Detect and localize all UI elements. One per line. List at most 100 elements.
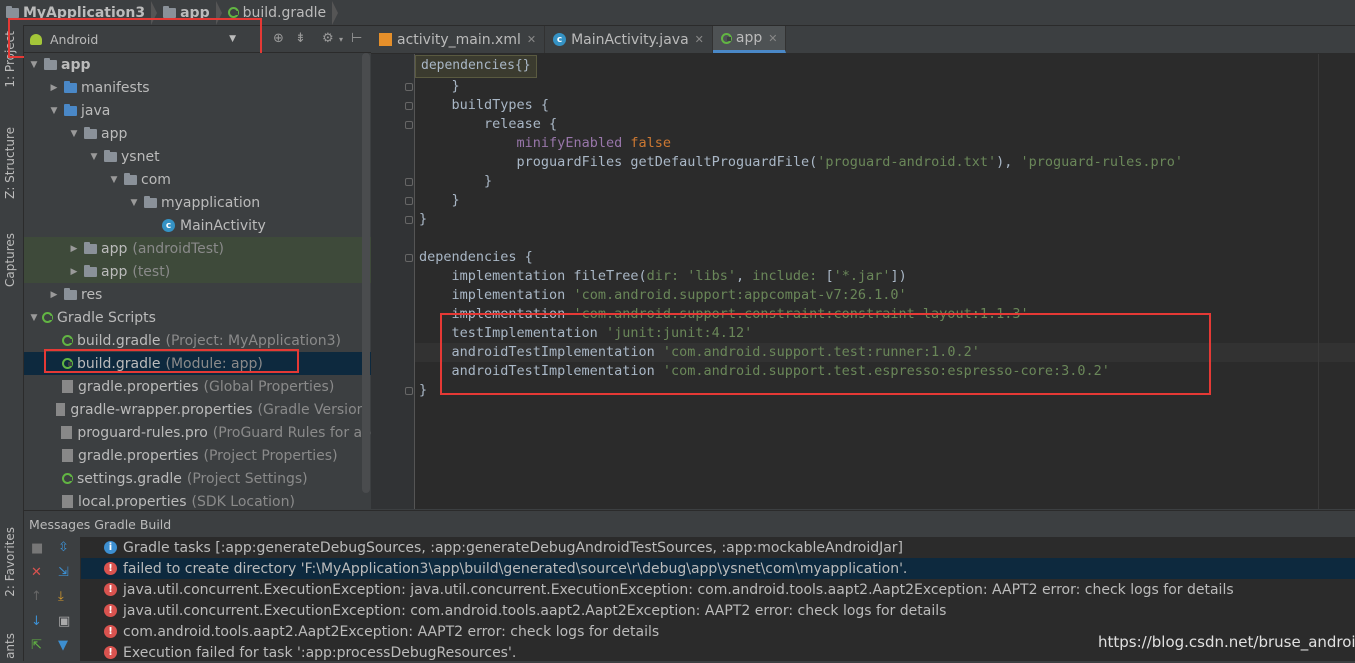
folder-icon bbox=[64, 103, 77, 116]
tree-item[interactable]: local.properties (SDK Location) bbox=[24, 490, 371, 510]
locate-icon[interactable]: ⊕ bbox=[273, 31, 284, 46]
hide-panel-icon[interactable]: ⊢ bbox=[351, 31, 362, 46]
collapse-all-icon[interactable]: ⇲ bbox=[58, 565, 69, 580]
tree-item[interactable]: ▼ app bbox=[24, 122, 371, 145]
close-icon[interactable]: ✕ bbox=[695, 33, 704, 46]
package-icon bbox=[84, 264, 97, 277]
code-token: include: bbox=[752, 268, 826, 284]
pin-icon[interactable]: ⇱ bbox=[31, 638, 42, 653]
tree-item-label: myapplication bbox=[161, 194, 261, 211]
tree-item-label: build.gradle bbox=[77, 332, 161, 349]
tree-item-hint: (ProGuard Rules for ap bbox=[212, 424, 371, 441]
fold-marker-icon[interactable] bbox=[405, 102, 413, 110]
tree-item[interactable]: gradle.properties (Global Properties) bbox=[24, 375, 371, 398]
tree-item-label: Gradle Scripts bbox=[57, 309, 156, 326]
tree-item[interactable]: settings.gradle (Project Settings) bbox=[24, 467, 371, 490]
gradle-icon bbox=[227, 7, 239, 18]
panel-icon[interactable]: ▣ bbox=[58, 614, 70, 629]
fold-marker-icon[interactable] bbox=[405, 254, 413, 262]
chevron-down-icon[interactable]: ▼ bbox=[86, 152, 102, 162]
tree-item-label: com bbox=[141, 171, 171, 188]
gear-dropdown-icon[interactable]: ▾ bbox=[339, 35, 343, 44]
fold-marker-icon[interactable] bbox=[405, 83, 413, 91]
close-icon[interactable]: ✕ bbox=[768, 32, 777, 45]
message-item[interactable]: i Gradle tasks [:app:generateDebugSources… bbox=[81, 537, 1355, 558]
close-icon[interactable]: ✕ bbox=[31, 565, 42, 580]
code-line: } bbox=[452, 191, 460, 210]
right-margin-guide bbox=[1318, 54, 1319, 509]
editor-gutter bbox=[371, 54, 415, 509]
favorites-tool-button[interactable]: 2: Favorites bbox=[3, 527, 17, 597]
editor-tab[interactable]: activity_main.xml ✕ bbox=[371, 26, 546, 53]
tree-item[interactable]: ▼ com bbox=[24, 168, 371, 191]
chevron-down-icon[interactable]: ▼ bbox=[46, 106, 62, 116]
build-variants-tool-button[interactable]: ants bbox=[3, 633, 17, 659]
tree-item-hint: (Project: MyApplication3) bbox=[165, 332, 342, 349]
package-icon bbox=[104, 149, 117, 162]
editor-tab[interactable]: c MainActivity.java ✕ bbox=[545, 26, 713, 53]
fold-marker-icon[interactable] bbox=[405, 216, 413, 224]
close-icon[interactable]: ✕ bbox=[527, 33, 536, 46]
message-text: Execution failed for task ':app:processD… bbox=[123, 644, 517, 661]
message-item[interactable]: ! failed to create directory 'F:\MyApplic… bbox=[81, 558, 1355, 579]
tree-item[interactable]: ▼ java bbox=[24, 99, 371, 122]
chevron-down-icon[interactable]: ▼ bbox=[126, 198, 142, 208]
tree-item[interactable]: ▶ app (androidTest) bbox=[24, 237, 371, 260]
tree-item[interactable]: ▼ ysnet bbox=[24, 145, 371, 168]
code-editor[interactable]: } buildTypes {release {minifyEnabled fals… bbox=[415, 54, 1355, 509]
tree-item[interactable]: c MainActivity bbox=[24, 214, 371, 237]
tree-item[interactable]: gradle.properties (Project Properties) bbox=[24, 444, 371, 467]
code-line: } bbox=[484, 172, 492, 191]
chevron-down-icon[interactable]: ▼ bbox=[26, 60, 42, 70]
structure-tool-button[interactable]: Z: Structure bbox=[3, 127, 17, 199]
message-item[interactable]: ! java.util.concurrent.ExecutionException… bbox=[81, 579, 1355, 600]
export-icon[interactable]: ⤓ bbox=[58, 589, 64, 604]
arrow-down-icon[interactable]: ↓ bbox=[31, 614, 42, 629]
fold-marker-icon[interactable] bbox=[405, 121, 413, 129]
expand-all-icon[interactable]: ⇳ bbox=[58, 540, 69, 555]
code-line: proguardFiles getDefaultProguardFile('pr… bbox=[517, 153, 1184, 172]
arrow-up-icon[interactable]: ↑ bbox=[31, 589, 42, 604]
message-item[interactable]: ! java.util.concurrent.ExecutionException… bbox=[81, 600, 1355, 621]
editor-tab[interactable]: app ✕ bbox=[712, 26, 787, 53]
chevron-right-icon[interactable]: ▶ bbox=[46, 83, 62, 93]
editor-tab-label: app bbox=[735, 30, 763, 46]
tree-item[interactable]: ▶ res bbox=[24, 283, 371, 306]
fold-marker-icon[interactable] bbox=[405, 197, 413, 205]
class-icon: c bbox=[162, 219, 175, 232]
chevron-right-icon[interactable]: ▶ bbox=[66, 244, 82, 254]
tree-item[interactable]: ▼ app bbox=[24, 53, 371, 76]
error-icon: ! bbox=[104, 625, 117, 638]
collapse-all-icon[interactable]: ⇟ bbox=[295, 31, 306, 46]
stop-icon[interactable]: ■ bbox=[31, 541, 43, 556]
fold-marker-icon[interactable] bbox=[405, 178, 413, 186]
tree-item[interactable]: ▼ Gradle Scripts bbox=[24, 306, 371, 329]
gear-icon[interactable]: ⚙ bbox=[322, 31, 334, 46]
tree-item[interactable]: gradle-wrapper.properties (Gradle Version… bbox=[24, 398, 371, 421]
messages-toolbar: ■ ⇳ ✕ ⇲ ↑ ⤓ ↓ ▣ ⇱ ▼ bbox=[24, 537, 81, 661]
package-icon bbox=[84, 126, 97, 139]
error-icon: ! bbox=[104, 604, 117, 617]
filter-icon[interactable]: ▼ bbox=[58, 638, 68, 653]
chevron-down-icon[interactable]: ▼ bbox=[26, 313, 42, 323]
package-icon bbox=[144, 195, 157, 208]
captures-tool-button[interactable]: Captures bbox=[3, 233, 17, 287]
tree-item[interactable]: ▼ myapplication bbox=[24, 191, 371, 214]
folder-icon bbox=[44, 57, 57, 70]
tree-item[interactable]: ▶ manifests bbox=[24, 76, 371, 99]
code-breadcrumb-tip[interactable]: dependencies{} bbox=[415, 55, 537, 78]
error-icon: ! bbox=[104, 583, 117, 596]
chevron-down-icon[interactable]: ▼ bbox=[106, 175, 122, 185]
tree-item[interactable]: ▶ app (test) bbox=[24, 260, 371, 283]
package-icon bbox=[124, 172, 137, 185]
fold-marker-icon[interactable] bbox=[405, 387, 413, 395]
tree-item[interactable]: proguard-rules.pro (ProGuard Rules for ap bbox=[24, 421, 371, 444]
gradle-icon bbox=[720, 32, 732, 44]
tree-item-label: gradle-wrapper.properties bbox=[70, 401, 253, 418]
tree-item-label: app bbox=[61, 56, 91, 73]
chevron-right-icon[interactable]: ▶ bbox=[46, 290, 62, 300]
tree-scrollbar[interactable] bbox=[362, 53, 370, 493]
chevron-right-icon[interactable]: ▶ bbox=[66, 267, 82, 277]
tree-item-hint: (Global Properties) bbox=[203, 378, 335, 395]
chevron-down-icon[interactable]: ▼ bbox=[66, 129, 82, 139]
